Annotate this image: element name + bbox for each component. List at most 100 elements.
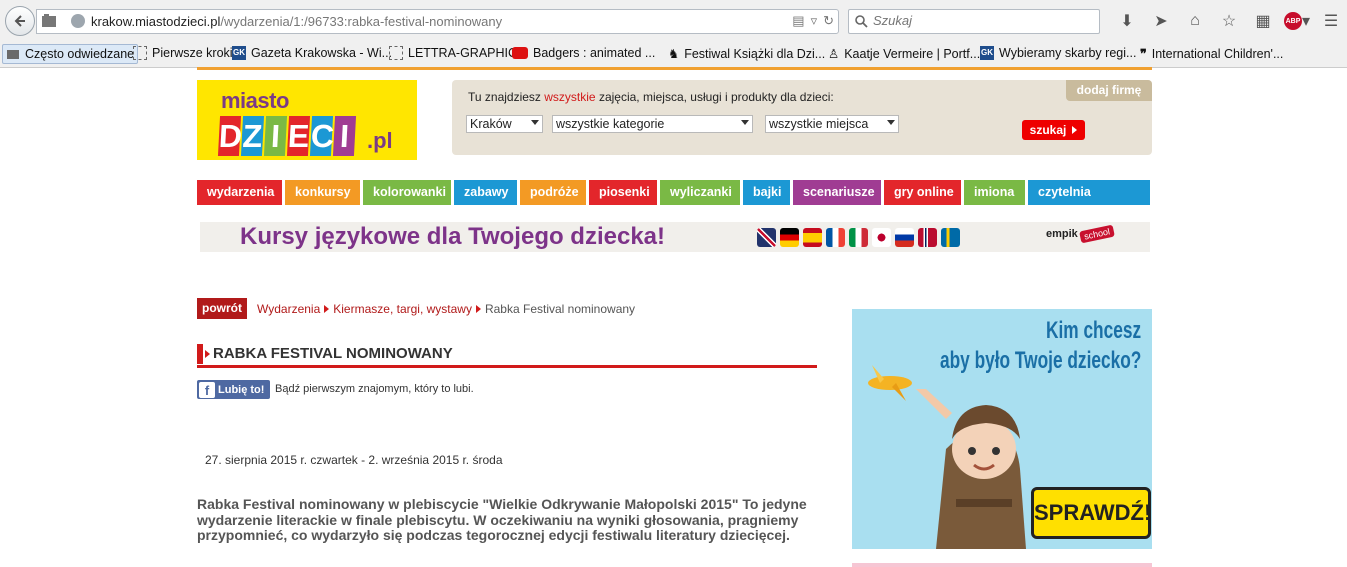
search-input[interactable] (873, 13, 1073, 28)
like-social-text: Bądź pierwszym znajomym, który to lubi. (275, 383, 474, 395)
back-arrow-icon (14, 15, 25, 27)
home-icon[interactable]: ⌂ (1178, 10, 1212, 32)
nav-item-piosenki[interactable]: piosenki (589, 180, 657, 205)
nav-item-kolorowanki[interactable]: kolorowanki (363, 180, 451, 205)
reader-view-icon[interactable]: ▤ (792, 13, 804, 29)
gk-icon: GK (232, 46, 246, 60)
page-icon (133, 46, 147, 60)
arrow-right-icon (1072, 126, 1078, 134)
menu-icon[interactable]: ☰ (1314, 10, 1347, 32)
flag-es-icon (803, 228, 822, 247)
flag-de-icon (780, 228, 799, 247)
logo-text: miasto (221, 88, 289, 113)
flags-row (757, 228, 960, 247)
breadcrumb-link[interactable]: Wydarzenia (257, 302, 320, 316)
gk-icon: GK (980, 46, 994, 60)
nav-item-wydarzenia[interactable]: wydarzenia (197, 180, 282, 205)
adblock-button[interactable]: ABP ▾ (1280, 10, 1314, 32)
search-box[interactable] (848, 9, 1100, 34)
page-icon (42, 14, 56, 27)
quote-icon: ❞ (1140, 47, 1147, 61)
logo-suffix: .pl (367, 128, 393, 153)
main-nav: wydarzenia konkursy kolorowanki zabawy p… (197, 180, 1150, 205)
dropdown-icon[interactable]: ▿ (811, 13, 818, 29)
facebook-like-button[interactable]: f Lubię to! (197, 380, 270, 399)
bookmark-item[interactable]: LETTRA-GRAPHIC (389, 46, 517, 60)
banner-text: Kursy językowe dla Twojego dziecka! (240, 223, 666, 250)
address-bar[interactable]: krakow.miastodzieci.pl/wydarzenia/1:/967… (36, 9, 839, 34)
bookmark-item[interactable]: ❞ International Children'... (1140, 46, 1283, 62)
bookmarks-bar: Często odwiedzane Pierwsze kroki GK Gazet… (0, 42, 1347, 68)
nav-item-konkursy[interactable]: konkursy (285, 180, 360, 205)
reading-list-icon[interactable]: ▦ (1246, 10, 1280, 32)
download-icon[interactable]: ⬇ (1110, 10, 1144, 32)
arrow-right-icon (205, 350, 210, 358)
bookmark-item[interactable]: Pierwsze kroki (133, 46, 233, 60)
title-marker (197, 344, 203, 364)
bookmark-item[interactable]: Często odwiedzane (2, 44, 139, 64)
flag-se-icon (941, 228, 960, 247)
ad-cta-button[interactable]: SPRAWDŹ! (1031, 487, 1151, 539)
flag-jp-icon (872, 228, 891, 247)
search-button[interactable]: szukaj (1022, 120, 1085, 140)
search-intro: Tu znajdziesz wszystkie zajęcia, miejsca… (468, 90, 834, 104)
back-link-button[interactable]: powrót (197, 298, 247, 319)
nav-item-podroze[interactable]: podróże (520, 180, 586, 205)
bookmark-item[interactable]: GK Gazeta Krakowska - Wi... (232, 46, 392, 60)
article-lead: Rabka Festival nominowany w plebiscycie … (197, 496, 807, 543)
flag-uk-icon (757, 228, 776, 247)
flag-no-icon (918, 228, 937, 247)
logo-letters: D Z I E C I (217, 116, 357, 156)
ad-strip (852, 563, 1152, 567)
figure-icon: ♙ (828, 47, 840, 61)
horse-icon: ♞ (668, 47, 680, 61)
send-icon[interactable]: ➤ (1144, 10, 1178, 32)
bookmark-item[interactable]: ♙ Kaatje Vermeire | Portf... (828, 46, 980, 62)
flag-ru-icon (895, 228, 914, 247)
sidebar-ad[interactable]: Kim chcesz aby było Twoje dziecko? SPRAW… (852, 309, 1152, 549)
article-title-box: RABKA FESTIVAL NOMINOWANY (197, 344, 817, 368)
top-accent-line (197, 67, 1152, 70)
youtube-icon (512, 47, 528, 59)
flag-fr-icon (826, 228, 845, 247)
ad-headline-line2: aby było Twoje dziecko? (940, 347, 1142, 374)
back-button[interactable] (5, 6, 35, 36)
site-search-panel: Tu znajdziesz wszystkie zajęcia, miejsca… (452, 80, 1152, 155)
category-select[interactable]: wszystkie kategorie (552, 115, 753, 133)
nav-item-scenariusze[interactable]: scenariusze (793, 180, 881, 205)
event-dates: 27. sierpnia 2015 r. czwartek - 2. wrześ… (205, 453, 503, 467)
toy-plane-icon (862, 365, 912, 401)
globe-icon (71, 14, 85, 28)
nav-item-wyliczanki[interactable]: wyliczanki (660, 180, 740, 205)
url-text: krakow.miastodzieci.pl/wydarzenia/1:/967… (91, 14, 503, 29)
star-icon[interactable]: ☆ (1212, 10, 1246, 32)
add-firm-button[interactable]: dodaj firmę (1066, 80, 1152, 101)
language-courses-banner[interactable]: Kursy językowe dla Twojego dziecka! empi… (200, 222, 1150, 252)
facebook-icon: f (199, 381, 215, 398)
chevron-right-icon (475, 305, 481, 313)
breadcrumb-current: Rabka Festival nominowany (484, 302, 636, 316)
nav-item-zabawy[interactable]: zabawy (454, 180, 517, 205)
nav-item-czytelnia[interactable]: czytelnia (1028, 180, 1150, 205)
empik-school-logo: empik school (1046, 224, 1115, 244)
reload-icon[interactable]: ↻ (823, 13, 834, 29)
page-icon (389, 46, 403, 60)
bookmark-item[interactable]: ♞ Festiwal Książki dla Dzi... (668, 46, 825, 62)
nav-item-imiona[interactable]: imiona (964, 180, 1025, 205)
page-title: RABKA FESTIVAL NOMINOWANY (213, 345, 453, 362)
site-logo[interactable]: miasto D Z I E C I .pl (197, 80, 417, 160)
nav-item-bajki[interactable]: bajki (743, 180, 790, 205)
bookmark-item[interactable]: GK Wybieramy skarby regi... (980, 46, 1136, 60)
ad-headline-line1: Kim chcesz (1046, 317, 1142, 344)
bookmark-item[interactable]: Badgers : animated ... (512, 46, 655, 60)
breadcrumb-link[interactable]: Kiermasze, targi, wystawy (333, 302, 472, 316)
folder-icon (7, 50, 19, 59)
nav-item-gry-online[interactable]: gry online (884, 180, 961, 205)
city-select[interactable]: Kraków (466, 115, 543, 133)
breadcrumb: Wydarzenia Kiermasze, targi, wystawy Rab… (257, 302, 635, 316)
place-select[interactable]: wszystkie miejsca (765, 115, 899, 133)
abp-icon: ABP (1283, 12, 1302, 30)
chevron-right-icon (324, 305, 330, 313)
flag-it-icon (849, 228, 868, 247)
browser-toolbar: krakow.miastodzieci.pl/wydarzenia/1:/967… (0, 0, 1347, 42)
